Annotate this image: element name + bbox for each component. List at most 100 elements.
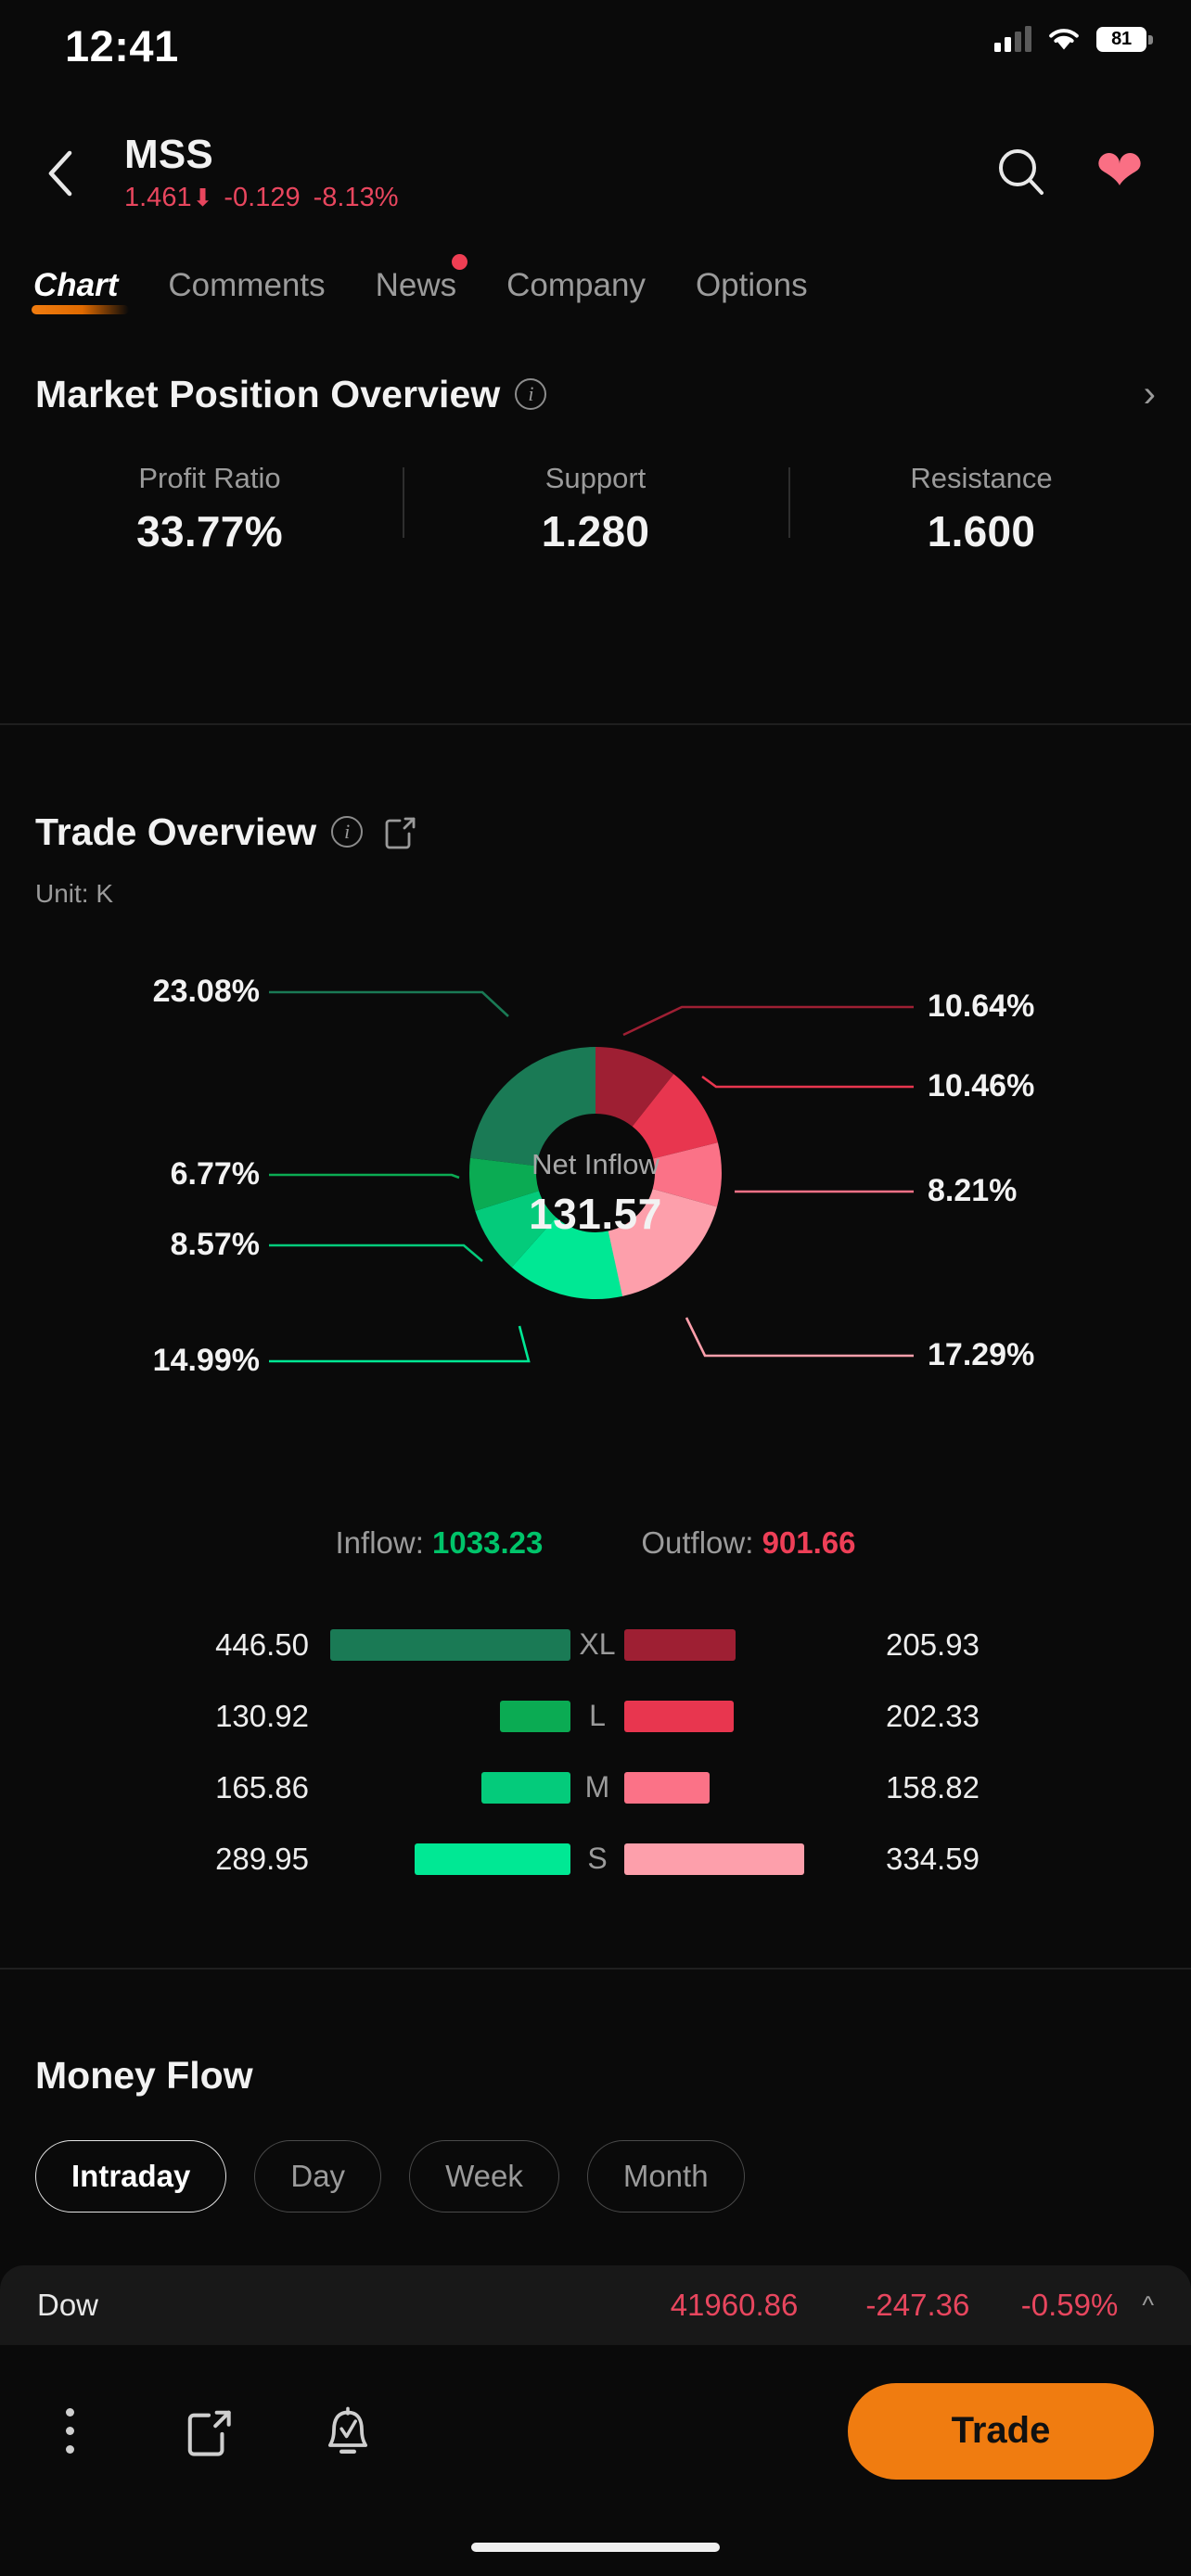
inflow-total-label: Inflow:: [335, 1525, 424, 1560]
news-badge-dot: [452, 254, 468, 270]
app-screen: 12:41 81 MSS 1.461 ⬇ -0.129 -8.13% ❤ Cha…: [0, 0, 1191, 2576]
donut-label-outflow-m: 8.21%: [928, 1173, 1018, 1208]
index-name: Dow: [37, 2288, 99, 2322]
size-label-s: S: [587, 1842, 608, 1875]
ticker-quote: 1.461 ⬇ -0.129 -8.13%: [124, 183, 399, 213]
inflow-bar-xl: [330, 1628, 570, 1661]
donut-label-inflow-l: 6.77%: [170, 1156, 260, 1192]
section-tabs: Chart Comments News Company Options: [0, 254, 1191, 347]
stat-label: Resistance: [910, 462, 1053, 494]
donut-label-inflow-m: 8.57%: [170, 1227, 260, 1262]
table-row: 289.95 S 334.59: [0, 1823, 1191, 1894]
outflow-value-s: 334.59: [886, 1841, 980, 1876]
trade-overview-title: Trade Overview: [35, 810, 317, 853]
inflow-value-l: 130.92: [215, 1698, 309, 1733]
stat-value: 1.600: [927, 507, 1036, 555]
trade-overview-donut-chart: Net Inflow 131.57 10.64% 10.46% 8.21% 17…: [0, 955, 1191, 1502]
chevron-up-icon[interactable]: ^: [1142, 2291, 1154, 2320]
donut-label-outflow-s: 17.29%: [928, 1337, 1035, 1372]
ticker-change: -0.129: [224, 183, 301, 213]
tab-company-label: Company: [506, 267, 646, 303]
stat-value: 33.77%: [136, 507, 283, 555]
trade-overview-unit: Unit: K: [35, 879, 114, 908]
status-bar: 12:41 81: [0, 0, 1191, 102]
stat-profit-ratio: Profit Ratio 33.77%: [17, 462, 403, 556]
tab-options[interactable]: Options: [671, 267, 833, 304]
share-button[interactable]: [139, 2405, 278, 2457]
stat-label: Profit Ratio: [138, 462, 281, 494]
outflow-total: Outflow: 901.66: [641, 1525, 855, 1561]
share-icon[interactable]: [383, 814, 416, 849]
range-intraday[interactable]: Intraday: [35, 2140, 227, 2213]
info-icon[interactable]: i: [515, 378, 547, 410]
outflow-bar-track-l: [624, 1700, 865, 1732]
outflow-bar-track-xl: [624, 1628, 865, 1661]
outflow-bar-track-s: [624, 1843, 865, 1875]
market-position-stats: Profit Ratio 33.77% Support 1.280 Resist…: [0, 462, 1191, 556]
trade-overview-header: Trade Overview i: [0, 799, 1191, 864]
range-month[interactable]: Month: [586, 2140, 745, 2213]
info-icon[interactable]: i: [331, 816, 364, 848]
donut-label-inflow-xl: 23.08%: [152, 974, 260, 1009]
outflow-total-label: Outflow:: [641, 1525, 754, 1560]
inflow-bar-track-s: [329, 1843, 570, 1875]
inflow-bar-s: [415, 1843, 570, 1875]
index-change: -247.36: [865, 2288, 970, 2322]
inflow-value-s: 289.95: [215, 1841, 309, 1876]
money-flow-title: Money Flow: [35, 2054, 253, 2097]
more-button[interactable]: [0, 2408, 139, 2454]
stat-value: 1.280: [541, 507, 650, 555]
trade-overview-section: Trade Overview i Unit: K: [0, 799, 1191, 909]
flow-totals: Inflow: 1033.23 Outflow: 901.66: [0, 1525, 1191, 1561]
status-indicators: 81: [994, 26, 1153, 52]
section-divider: [0, 1968, 1191, 1970]
outflow-total-value: 901.66: [762, 1525, 856, 1560]
outflow-value-l: 202.33: [886, 1698, 980, 1733]
tab-company[interactable]: Company: [481, 267, 671, 304]
search-button[interactable]: [989, 139, 1054, 204]
inflow-total: Inflow: 1033.23: [336, 1525, 544, 1561]
back-button[interactable]: [32, 145, 89, 202]
inflow-bar-track-l: [329, 1700, 570, 1732]
table-row: 130.92 L 202.33: [0, 1680, 1191, 1752]
stat-resistance: Resistance 1.600: [788, 462, 1174, 556]
donut-label-inflow-s: 14.99%: [152, 1343, 260, 1378]
index-values: 41960.86 -247.36 -0.59% ^: [594, 2288, 1154, 2323]
inflow-bar-track-xl: [329, 1628, 570, 1661]
tab-news[interactable]: News: [351, 254, 482, 304]
tab-news-label: News: [375, 267, 457, 303]
tab-chart-label: Chart: [33, 267, 119, 303]
outflow-value-xl: 205.93: [886, 1626, 980, 1662]
stat-label: Support: [544, 462, 647, 494]
market-position-title: Market Position Overview: [35, 372, 501, 415]
trade-button[interactable]: Trade: [848, 2382, 1154, 2480]
index-value: 41960.86: [670, 2288, 799, 2322]
money-flow-section: Money Flow Intraday Day Week Month: [0, 2054, 1191, 2213]
size-label-m: M: [584, 1770, 610, 1804]
tab-comments[interactable]: Comments: [143, 267, 350, 304]
alert-button[interactable]: [278, 2404, 417, 2459]
tab-comments-label: Comments: [168, 267, 326, 303]
index-ticker-strip[interactable]: Dow 41960.86 -247.36 -0.59% ^: [0, 2265, 1191, 2345]
range-week[interactable]: Week: [409, 2140, 559, 2213]
back-chevron-icon: [48, 150, 72, 197]
status-time: 12:41: [65, 21, 179, 70]
battery-level: 81: [1111, 28, 1132, 49]
inflow-bar-l: [500, 1700, 570, 1732]
heart-icon: ❤: [1095, 139, 1144, 203]
kebab-menu-icon: [65, 2408, 74, 2454]
ticker-summary[interactable]: MSS 1.461 ⬇ -0.129 -8.13%: [124, 132, 399, 213]
outflow-bar-s: [624, 1843, 804, 1875]
nav-header: MSS 1.461 ⬇ -0.129 -8.13% ❤: [0, 130, 1191, 232]
market-position-overview[interactable]: Market Position Overview i › Profit Rati…: [0, 363, 1191, 556]
inflow-bar-track-m: [329, 1771, 570, 1804]
outflow-value-m: 158.82: [886, 1769, 980, 1804]
tab-chart[interactable]: Chart: [30, 267, 143, 314]
inflow-value-m: 165.86: [215, 1769, 309, 1804]
range-day[interactable]: Day: [254, 2140, 382, 2213]
donut-label-outflow-xl: 10.64%: [928, 988, 1035, 1024]
size-label-l: L: [589, 1699, 606, 1732]
favorite-button[interactable]: ❤: [1087, 139, 1152, 204]
chevron-right-icon[interactable]: ›: [1144, 376, 1156, 413]
home-indicator: [471, 2543, 720, 2552]
